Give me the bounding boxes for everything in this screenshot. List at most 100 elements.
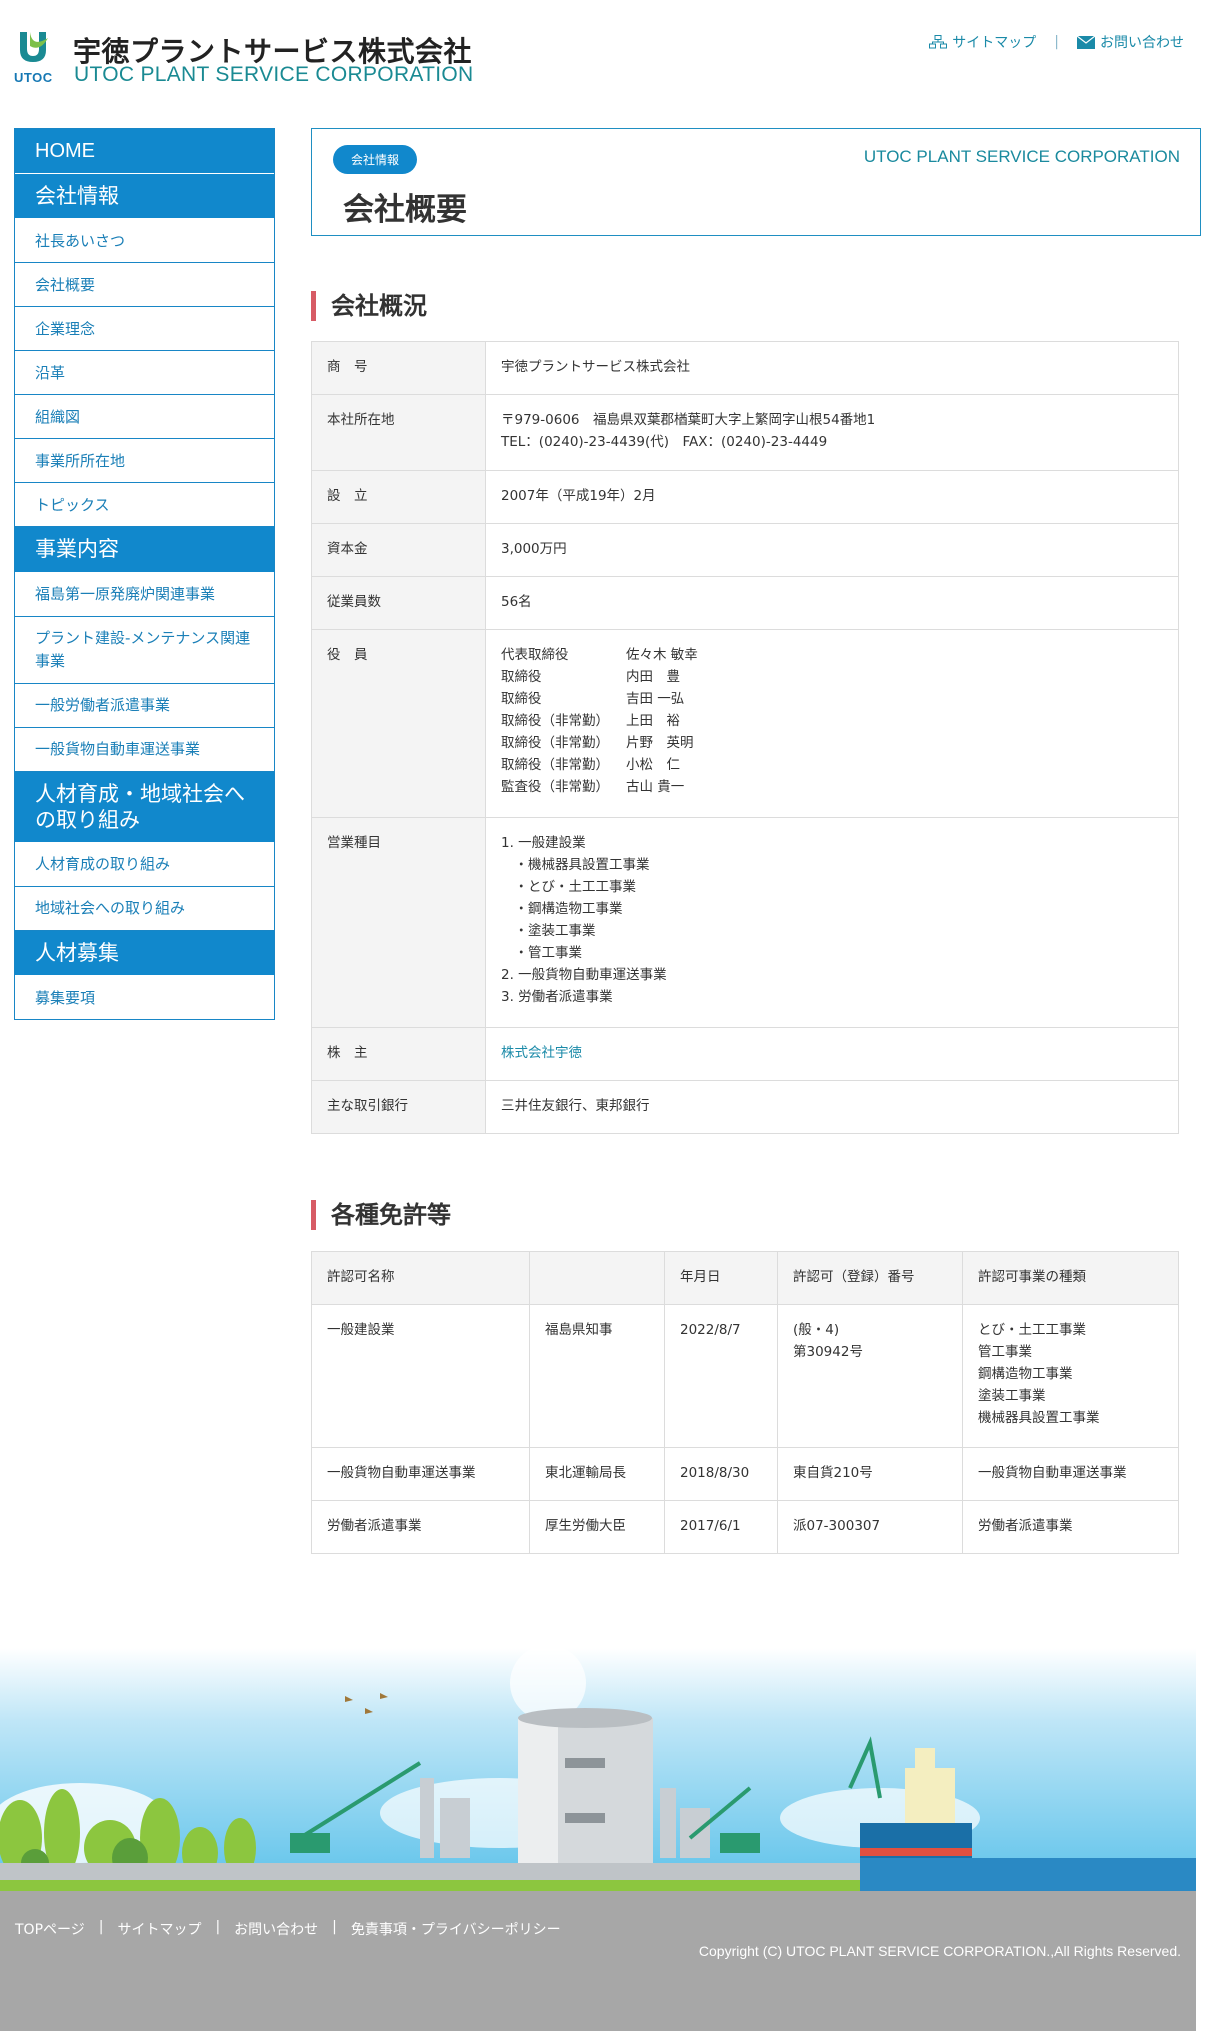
row-key: 設 立 bbox=[311, 470, 486, 524]
business-list: 1. 一般建設業 ・機械器具設置工事業 ・とび・土工工事業 ・鋼構造物工事業 ・… bbox=[485, 817, 1179, 1028]
sidebar-item-philosophy[interactable]: 企業理念 bbox=[15, 307, 274, 352]
officer-role: 取締役（非常勤） bbox=[501, 713, 609, 729]
sidebar-item-offices[interactable]: 事業所所在地 bbox=[15, 439, 274, 484]
license-types: とび・土工工事業 管工事業 鋼構造物工事業 塗装工事業 機械器具設置工事業 bbox=[962, 1304, 1179, 1448]
sidebar-heading-business[interactable]: 事業内容 bbox=[15, 527, 274, 573]
license-types: 労働者派遣事業 bbox=[962, 1500, 1179, 1554]
officer-name: 片野 英明 bbox=[626, 735, 694, 751]
officer-name: 古山 貴一 bbox=[626, 779, 685, 795]
footer-link-sitemap[interactable]: サイトマップ bbox=[117, 1919, 201, 1939]
sitemap-icon bbox=[929, 35, 948, 49]
business-line: ・管工事業 bbox=[501, 945, 582, 961]
table-row: 主な取引銀行 三井住友銀行、東邦銀行 bbox=[311, 1080, 1179, 1134]
sidebar-nav: HOME 会社情報 社長あいさつ 会社概要 企業理念 沿革 組織図 事業所所在地… bbox=[14, 128, 275, 1021]
business-line: 2. 一般貨物自動車運送事業 bbox=[501, 967, 667, 983]
sidebar-item-org-chart[interactable]: 組織図 bbox=[15, 395, 274, 440]
officer-name: 上田 裕 bbox=[626, 713, 680, 729]
type-line: 管工事業 bbox=[978, 1344, 1032, 1360]
sidebar-item-topics[interactable]: トピックス bbox=[15, 483, 274, 528]
shareholder-link[interactable]: 株式会社宇徳 bbox=[501, 1045, 582, 1061]
table-row: 株 主 株式会社宇徳 bbox=[311, 1027, 1179, 1081]
license-name: 一般建設業 bbox=[311, 1304, 530, 1448]
row-key: 株 主 bbox=[311, 1027, 486, 1081]
footer-link-contact[interactable]: お問い合わせ bbox=[234, 1919, 318, 1939]
address-line: 〒979-0606 福島県双葉郡楢葉町大字上繁岡字山根54番地1 bbox=[501, 412, 876, 428]
officer-role: 監査役（非常勤） bbox=[501, 779, 609, 795]
sidebar-item-requirements[interactable]: 募集要項 bbox=[15, 976, 274, 1021]
officer-row: 取締役 吉田 一弘 bbox=[501, 688, 1163, 710]
column-header: 許認可名称 bbox=[311, 1251, 530, 1305]
license-number: (般・4) 第30942号 bbox=[777, 1304, 963, 1448]
license-authority: 東北運輸局長 bbox=[529, 1447, 665, 1501]
type-line: 塗装工事業 bbox=[978, 1388, 1046, 1404]
overview-table: 商 号 宇徳プラントサービス株式会社 本社所在地 〒979-0606 福島県双葉… bbox=[311, 341, 1179, 1134]
row-value: 56名 bbox=[485, 576, 1179, 630]
company-name-en: UTOC PLANT SERVICE CORPORATION bbox=[74, 63, 474, 86]
corp-name-en: UTOC PLANT SERVICE CORPORATION bbox=[863, 147, 1180, 166]
sidebar-item-overview[interactable]: 会社概要 bbox=[15, 263, 274, 308]
page-title-box: 会社情報 会社概要 UTOC PLANT SERVICE CORPORATION bbox=[311, 128, 1201, 236]
license-number: 派07-300307 bbox=[777, 1500, 963, 1554]
type-line: 鋼構造物工事業 bbox=[978, 1366, 1073, 1382]
header-link-contact[interactable]: お問い合わせ bbox=[1077, 32, 1184, 52]
licenses-table: 許認可名称 年月日 許認可（登録）番号 許認可事業の種類 一般建設業 福島県知事… bbox=[311, 1251, 1179, 1554]
table-row: 従業員数 56名 bbox=[311, 576, 1179, 630]
footer-link-privacy[interactable]: 免責事項・プライバシーポリシー bbox=[351, 1919, 561, 1939]
footer-link-top[interactable]: TOPページ bbox=[15, 1919, 85, 1939]
sidebar-item-plant-construction[interactable]: プラント建設-メンテナンス関連事業 bbox=[15, 617, 274, 684]
officer-role: 代表取締役 bbox=[501, 647, 569, 663]
sidebar-heading-recruit[interactable]: 人材募集 bbox=[15, 931, 274, 977]
officer-row: 取締役（非常勤） 片野 英明 bbox=[501, 732, 1163, 754]
header-link-sitemap[interactable]: サイトマップ bbox=[929, 32, 1036, 52]
officer-role: 取締役（非常勤） bbox=[501, 735, 609, 751]
sidebar-heading-company[interactable]: 会社情報 bbox=[15, 174, 274, 220]
business-line: ・とび・土工工事業 bbox=[501, 879, 636, 895]
footer-separator: | bbox=[98, 1919, 104, 1935]
officer-row: 取締役 内田 豊 bbox=[501, 666, 1163, 688]
footer-separator: | bbox=[332, 1919, 337, 1935]
header-separator: | bbox=[1054, 34, 1059, 50]
sidebar-item-history[interactable]: 沿革 bbox=[15, 351, 274, 396]
license-date: 2018/8/30 bbox=[664, 1447, 778, 1501]
mail-icon bbox=[1077, 35, 1095, 49]
sidebar-home[interactable]: HOME bbox=[15, 129, 274, 174]
license-types: 一般貨物自動車運送事業 bbox=[962, 1447, 1179, 1501]
column-header: 許認可（登録）番号 bbox=[777, 1251, 963, 1305]
table-row: 一般貨物自動車運送事業 東北運輸局長 2018/8/30 東自貨210号 一般貨… bbox=[311, 1447, 1179, 1501]
business-line: ・塗装工事業 bbox=[501, 923, 596, 939]
sitemap-label: サイトマップ bbox=[952, 35, 1037, 51]
table-row: 本社所在地 〒979-0606 福島県双葉郡楢葉町大字上繁岡字山根54番地1 T… bbox=[311, 394, 1179, 471]
utoc-logo-mark-icon bbox=[20, 32, 48, 62]
license-date: 2022/8/7 bbox=[664, 1304, 778, 1448]
column-header: 許認可事業の種類 bbox=[962, 1251, 1179, 1305]
category-badge: 会社情報 bbox=[333, 145, 418, 174]
logo-text: UTOC bbox=[14, 70, 53, 85]
sidebar-item-community[interactable]: 地域社会への取り組み bbox=[15, 887, 274, 931]
company-logo[interactable]: UTOC bbox=[14, 28, 58, 86]
sidebar-item-decommissioning[interactable]: 福島第一原発廃炉関連事業 bbox=[15, 573, 274, 617]
table-row: 役 員 代表取締役 佐々木 敏幸 取締役 内田 豊 取締役 吉田 一弘 取締役（非常勤… bbox=[311, 629, 1179, 818]
license-date: 2017/6/1 bbox=[664, 1500, 778, 1554]
sidebar-item-hr[interactable]: 人材育成の取り組み bbox=[15, 843, 274, 887]
row-value: 宇徳プラントサービス株式会社 bbox=[485, 341, 1179, 395]
sidebar-heading-hr-community[interactable]: 人材育成・地域社会への取り組み bbox=[15, 771, 274, 843]
row-key: 主な取引銀行 bbox=[311, 1080, 486, 1134]
sidebar-item-transport[interactable]: 一般貨物自動車運送事業 bbox=[15, 728, 274, 772]
sidebar-item-dispatch[interactable]: 一般労働者派遣事業 bbox=[15, 684, 274, 728]
copyright: Copyright (C) UTOC PLANT SERVICE CORPORA… bbox=[698, 1943, 1181, 1959]
table-row: 労働者派遣事業 厚生労働大臣 2017/6/1 派07-300307 労働者派遣… bbox=[311, 1500, 1179, 1554]
row-key: 資本金 bbox=[311, 523, 486, 577]
license-name: 一般貨物自動車運送事業 bbox=[311, 1447, 530, 1501]
sidebar-item-greeting[interactable]: 社長あいさつ bbox=[15, 219, 274, 264]
number-line: (般・4) bbox=[793, 1322, 840, 1338]
license-number: 東自貨210号 bbox=[777, 1447, 963, 1501]
contact-label: お問い合わせ bbox=[1100, 35, 1184, 51]
licenses-section-title: 各種免許等 bbox=[311, 1200, 451, 1230]
license-authority: 福島県知事 bbox=[529, 1304, 665, 1448]
table-row: 設 立 2007年（平成19年）2月 bbox=[311, 470, 1179, 524]
officer-name: 内田 豊 bbox=[626, 669, 680, 685]
business-line: ・鋼構造物工事業 bbox=[501, 901, 623, 917]
license-authority: 厚生労働大臣 bbox=[529, 1500, 665, 1554]
row-value: 2007年（平成19年）2月 bbox=[485, 470, 1179, 524]
row-key: 従業員数 bbox=[311, 576, 486, 630]
